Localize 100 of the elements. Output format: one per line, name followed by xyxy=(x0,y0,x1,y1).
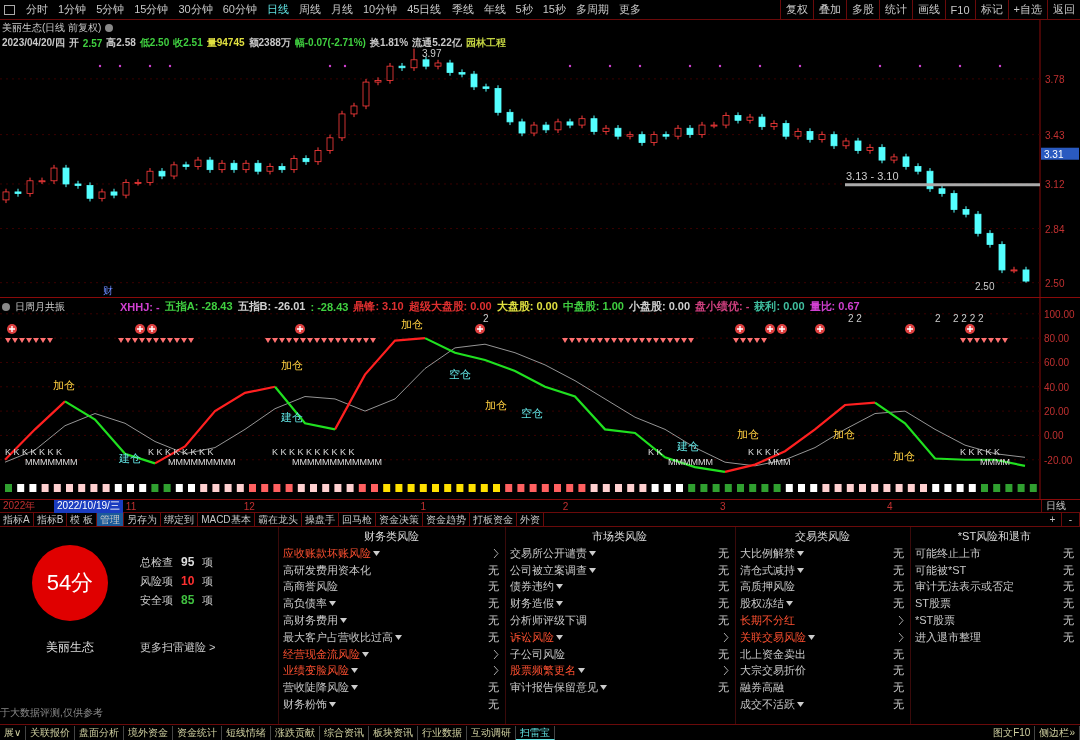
risk-result: 无 xyxy=(893,545,904,561)
chevron-right-icon[interactable] xyxy=(898,615,904,627)
dropdown-caret-icon xyxy=(589,567,596,573)
risk-item[interactable]: 大比例解禁 xyxy=(740,545,804,561)
indicator-value: 超级大盘股: 0.00 xyxy=(408,299,492,314)
quote-value: 2023/04/20/四 xyxy=(2,36,65,50)
indicator-tab[interactable]: 管理 xyxy=(97,513,125,526)
period-tab[interactable]: 月线 xyxy=(326,2,358,17)
risk-item[interactable]: 股权冻结 xyxy=(740,596,793,612)
risk-item[interactable]: 高商誉风险 xyxy=(283,579,338,595)
candlestick xyxy=(974,210,982,238)
chevron-right-icon[interactable] xyxy=(493,665,499,677)
risk-item[interactable]: 融券高融 xyxy=(740,680,784,696)
period-tab[interactable]: 分时 xyxy=(21,2,53,17)
dot-marker xyxy=(798,64,802,68)
period-tab[interactable]: 30分钟 xyxy=(173,2,218,17)
window-icon[interactable] xyxy=(4,4,15,15)
quote-value: 园林工程 xyxy=(465,36,506,50)
risk-result: 无 xyxy=(718,545,729,561)
risk-item[interactable]: 经营现金流风险 xyxy=(283,646,369,662)
chevron-right-icon[interactable] xyxy=(493,547,499,559)
period-tab[interactable]: 45日线 xyxy=(402,2,447,17)
period-tab[interactable]: 多周期 xyxy=(570,2,614,17)
dot-marker xyxy=(343,64,347,68)
period-tab[interactable]: 60分钟 xyxy=(217,2,262,17)
signal-label: 加仓 xyxy=(893,449,915,462)
risk-item[interactable]: 诉讼风险 xyxy=(510,629,563,645)
chevron-right-icon[interactable] xyxy=(723,665,729,677)
risk-item[interactable]: 进入退市整理 xyxy=(915,629,981,645)
dropdown-circle-icon[interactable] xyxy=(105,24,114,32)
candlestick xyxy=(770,119,778,131)
dropdown-caret-icon xyxy=(362,651,369,657)
column-title: *ST风险和退市 xyxy=(956,529,1033,544)
risk-item[interactable]: 分析师评级下调 xyxy=(510,613,587,629)
risk-item[interactable]: 应收账款坏账风险 xyxy=(283,545,380,561)
period-tab[interactable]: 5分钟 xyxy=(91,2,130,17)
risk-item[interactable]: 高研发费用资本化 xyxy=(283,562,371,578)
bottom-tab[interactable]: 扫雷宝 xyxy=(516,725,556,740)
candlestick xyxy=(386,62,394,85)
risk-item[interactable]: 债券违约 xyxy=(510,579,563,595)
period-tab[interactable]: 10分钟 xyxy=(358,2,403,17)
risk-item[interactable]: 清仓式减持 xyxy=(740,562,804,578)
dot-marker xyxy=(98,64,102,68)
risk-item[interactable]: 大宗交易折价 xyxy=(740,663,806,679)
risk-item[interactable]: 股票频繁更名 xyxy=(510,663,585,679)
stat-unit: 项 xyxy=(202,593,214,608)
candlestick xyxy=(398,62,406,72)
risk-item[interactable]: 审计报告保留意见 xyxy=(510,680,607,696)
risk-item[interactable]: 财务造假 xyxy=(510,596,563,612)
period-tab[interactable]: 15分钟 xyxy=(129,2,174,17)
risk-item[interactable]: *ST股票 xyxy=(915,613,956,629)
indicator-tab[interactable]: 绑定到 xyxy=(161,513,199,526)
dot-marker xyxy=(608,64,612,68)
dot-marker xyxy=(328,64,332,68)
risk-item[interactable]: 成交不活跃 xyxy=(740,697,804,713)
risk-item[interactable]: 业绩变脸风险 xyxy=(283,663,358,679)
plus-circle-icon xyxy=(965,324,975,334)
candlestick xyxy=(494,84,502,117)
indicator-tab[interactable]: 模 板 xyxy=(67,513,98,526)
date-label: 2022年 xyxy=(2,499,37,513)
date-label: 4 xyxy=(885,500,894,512)
period-tab[interactable]: 年线 xyxy=(478,2,511,17)
risk-item[interactable]: 可能终止上市 xyxy=(915,545,981,561)
indicator-tab[interactable]: 指标A xyxy=(0,513,34,526)
risk-item[interactable]: 高财务费用 xyxy=(283,613,347,629)
period-tab[interactable]: 季线 xyxy=(446,2,479,17)
candlestick xyxy=(734,111,742,124)
signal-label: 空仓 xyxy=(521,407,543,420)
date-label: 3 xyxy=(718,500,727,512)
risk-item[interactable]: 公司被立案调查 xyxy=(510,562,596,578)
risk-item[interactable]: 高负债率 xyxy=(283,596,336,612)
candlestick xyxy=(458,68,466,78)
risk-item[interactable]: 审计无法表示或否定 xyxy=(915,579,1014,595)
chevron-right-icon[interactable] xyxy=(898,631,904,643)
candlestick xyxy=(710,121,718,129)
risk-item[interactable]: 关联交易风险 xyxy=(740,629,815,645)
risk-item[interactable]: 营收陡降风险 xyxy=(283,680,358,696)
chevron-right-icon[interactable] xyxy=(723,631,729,643)
indicator-tab[interactable]: 另存为 xyxy=(124,513,162,526)
period-tab[interactable]: 更多 xyxy=(613,2,646,17)
risk-item[interactable]: 最大客户占营收比过高 xyxy=(283,629,402,645)
dropdown-circle-icon[interactable] xyxy=(2,302,10,311)
risk-item[interactable]: 长期不分红 xyxy=(740,613,795,629)
risk-item[interactable]: 财务粉饰 xyxy=(283,697,336,713)
quote-value: 量94745 xyxy=(206,36,245,50)
period-tab[interactable]: 周线 xyxy=(294,2,326,17)
date-label: 12 xyxy=(242,500,256,512)
chevron-right-icon[interactable] xyxy=(493,648,499,660)
risk-item[interactable]: 可能被*ST xyxy=(915,562,967,578)
period-tab[interactable]: 日线 xyxy=(262,2,294,17)
period-tab[interactable]: 1分钟 xyxy=(53,2,92,17)
risk-item[interactable]: ST股票 xyxy=(915,596,952,612)
period-tab[interactable]: 5秒 xyxy=(510,2,538,17)
risk-item[interactable]: 北上资金卖出 xyxy=(740,646,806,662)
period-tab[interactable]: 15秒 xyxy=(537,2,571,17)
risk-item[interactable]: 高质押风险 xyxy=(740,579,795,595)
risk-item[interactable]: 子公司风险 xyxy=(510,646,565,662)
signal-label: 加仓 xyxy=(485,398,507,411)
risk-item[interactable]: 交易所公开谴责 xyxy=(510,545,596,561)
more-link[interactable]: 更多扫雷避险 > xyxy=(140,640,216,655)
